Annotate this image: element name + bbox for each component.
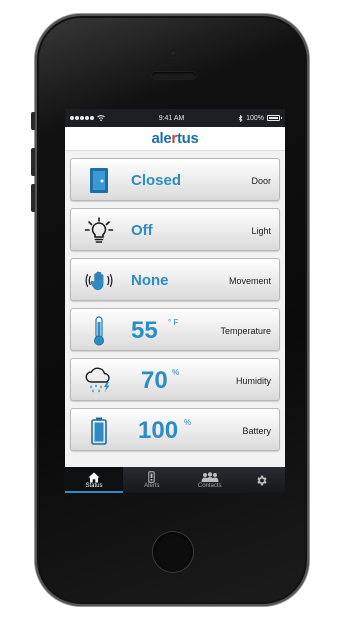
sensor-label: Door [251, 175, 271, 186]
volume-down-button [31, 184, 35, 212]
sensor-value: 55 [131, 316, 158, 344]
app-header: alertus [65, 127, 285, 151]
app-screen: 9:41 AM 100% alertus Closed Door Off Lig… [65, 109, 285, 493]
tab-label: Contacts [197, 483, 222, 489]
app-logo: alertus [151, 130, 199, 147]
tab-contacts[interactable]: Contacts [181, 467, 239, 493]
sensor-label: Temperature [220, 325, 271, 336]
battery-percent: 100% [246, 114, 264, 122]
alert-icon [148, 471, 156, 483]
sensor-value: Closed [131, 172, 182, 189]
sensor-row-door[interactable]: Closed Door [70, 158, 280, 201]
tab-alerts[interactable]: Alerts [123, 467, 181, 493]
tab-label: Status [85, 483, 103, 489]
rain-cloud-icon [83, 367, 115, 394]
signal-icon [70, 116, 94, 120]
tab-bar: Status Alerts Contacts [65, 467, 285, 493]
sensor-value: Off [131, 222, 153, 239]
battery-icon [83, 417, 115, 445]
earpiece-speaker [152, 72, 196, 79]
mute-switch [31, 112, 35, 130]
sensor-row-temperature[interactable]: 55 ° F Temperature [70, 308, 280, 351]
sensor-row-humidity[interactable]: 70 % Humidity [70, 358, 280, 401]
door-icon [83, 167, 115, 194]
sensor-row-movement[interactable]: None Movement [70, 258, 280, 301]
sensor-label: Battery [242, 425, 271, 436]
sensor-label: Light [251, 225, 271, 236]
lightbulb-icon [83, 217, 115, 244]
status-time: 9:41 AM [158, 114, 185, 122]
sensor-value: 70 [141, 366, 168, 394]
thermometer-icon [83, 315, 115, 345]
sensor-value: None [131, 272, 169, 289]
hand-movement-icon [83, 267, 115, 294]
sensor-unit: ° F [168, 318, 179, 327]
sensor-label: Humidity [235, 375, 271, 386]
wifi-icon [97, 115, 105, 121]
tab-label: Alerts [144, 483, 160, 489]
gear-icon [255, 474, 268, 486]
sensor-label: Movement [228, 275, 271, 286]
front-camera [169, 49, 177, 57]
sensor-row-light[interactable]: Off Light [70, 208, 280, 251]
status-battery-icon [267, 115, 282, 121]
tab-status[interactable]: Status [65, 467, 123, 493]
sensor-value: 100 [138, 416, 179, 444]
tab-settings[interactable] [239, 467, 285, 493]
sensor-row-battery[interactable]: 100 % Battery [70, 408, 280, 451]
sensor-unit: % [184, 418, 192, 427]
home-button[interactable] [153, 532, 193, 572]
contacts-icon [200, 471, 220, 483]
volume-up-button [31, 148, 35, 176]
bluetooth-icon [238, 114, 243, 122]
sensor-unit: % [172, 368, 180, 377]
status-bar: 9:41 AM 100% [65, 109, 285, 127]
home-icon [88, 471, 100, 483]
